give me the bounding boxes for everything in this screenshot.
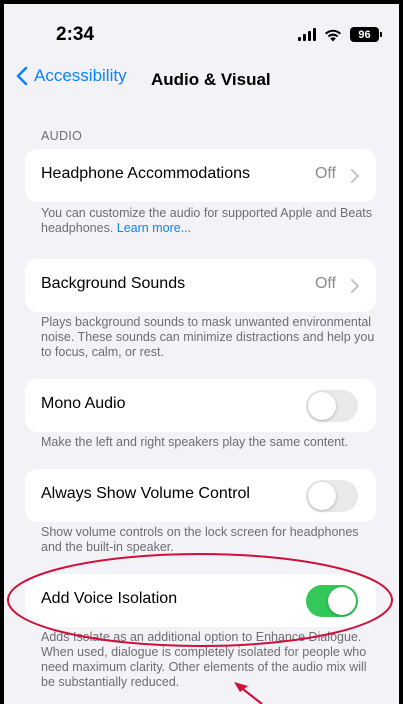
status-bar: 2:34 96 — [4, 4, 399, 62]
page-title: Audio & Visual — [151, 70, 271, 89]
chevron-left-icon — [16, 66, 28, 86]
background-sounds-footer: Plays background sounds to mask unwanted… — [41, 315, 375, 359]
row-value: Off — [314, 165, 336, 182]
row-label: Always Show Volume Control — [41, 485, 250, 502]
voice-isolation-toggle[interactable] — [306, 585, 358, 617]
status-icons: 96 — [298, 27, 382, 42]
row-label: Mono Audio — [41, 395, 126, 412]
chevron-right-icon — [351, 169, 359, 183]
navigation-bar: Accessibility Audio & Visual — [4, 60, 399, 100]
signal-icon — [298, 28, 316, 41]
headphone-accommodations-row[interactable]: Headphone Accommodations Off — [25, 149, 376, 202]
volume-control-footer: Show volume controls on the lock screen … — [41, 525, 359, 554]
volume-control-toggle[interactable] — [306, 480, 358, 512]
always-show-volume-control-row: Always Show Volume Control — [25, 469, 376, 522]
background-sounds-row[interactable]: Background Sounds Off — [25, 259, 376, 312]
mono-audio-toggle[interactable] — [306, 390, 358, 422]
learn-more-link[interactable]: Learn more... — [117, 221, 191, 235]
mono-audio-row: Mono Audio — [25, 379, 376, 432]
toggle-knob — [308, 392, 336, 420]
mono-audio-footer: Make the left and right speakers play th… — [41, 435, 349, 449]
toggle-knob — [308, 482, 336, 510]
battery-indicator: 96 — [350, 27, 382, 42]
voice-isolation-footer: Adds Isolate as an additional option to … — [41, 630, 367, 689]
add-voice-isolation-row: Add Voice Isolation — [25, 574, 376, 627]
row-value: Off — [314, 275, 336, 292]
status-time: 2:34 — [56, 24, 95, 45]
back-button[interactable]: Accessibility — [16, 66, 127, 86]
chevron-right-icon — [351, 279, 359, 293]
row-label: Add Voice Isolation — [41, 590, 178, 607]
headphone-footer: You can customize the audio for supporte… — [41, 206, 377, 236]
toggle-knob — [328, 587, 356, 615]
row-label: Headphone Accommodations — [41, 165, 251, 182]
settings-screen: 2:34 96 Accessibility Audio & Visual AUD… — [4, 4, 399, 704]
row-label: Background Sounds — [41, 275, 186, 292]
top-frame-border — [0, 0, 403, 4]
section-header-audio: AUDIO — [41, 129, 83, 143]
wifi-icon — [325, 29, 341, 41]
back-label: Accessibility — [34, 66, 127, 85]
footer-text: You can customize the audio for supporte… — [41, 206, 373, 235]
